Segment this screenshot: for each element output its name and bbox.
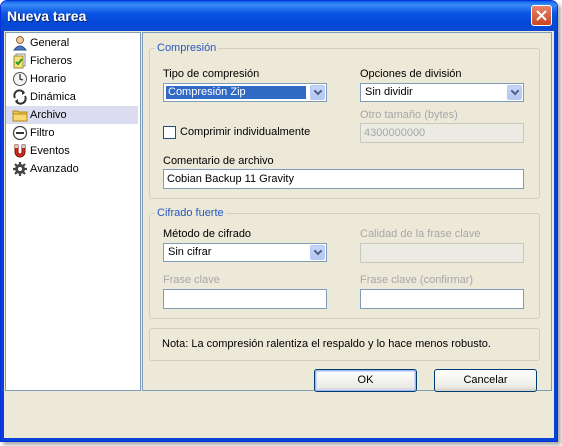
split-options-select[interactable]: Sin dividir — [360, 83, 524, 102]
close-button[interactable] — [531, 5, 552, 26]
encryption-group-title: Cifrado fuerte — [155, 207, 226, 219]
compression-type-select[interactable]: Compresión Zip — [163, 83, 327, 102]
window-frame-right — [554, 31, 557, 441]
sidebar-item-label: Eventos — [30, 145, 70, 157]
passphrase-confirm-label: Frase clave (confirmar) — [360, 274, 474, 286]
passphrase-label: Frase clave — [163, 274, 220, 286]
clock-icon — [13, 72, 27, 86]
other-size-label: Otro tamaño (bytes) — [360, 109, 458, 121]
passphrase-confirm-field[interactable] — [360, 289, 524, 309]
dialog-window: Nueva tarea General Ficheros Horario Din… — [0, 0, 558, 442]
folder-icon — [12, 110, 28, 122]
sidebar-item-dinamica[interactable]: Dinámica — [6, 88, 138, 106]
compression-type-label: Tipo de compresión — [163, 68, 260, 80]
archive-comment-field[interactable]: Cobian Backup 11 Gravity — [163, 169, 524, 189]
sidebar-item-archivo[interactable]: Archivo — [6, 106, 138, 124]
archive-comment-label: Comentario de archivo — [163, 155, 274, 167]
gear-icon — [13, 162, 27, 176]
close-icon — [536, 10, 547, 21]
other-size-field[interactable]: 4300000000 — [360, 123, 524, 143]
settings-panel: Compresión Tipo de compresión Compresión… — [142, 32, 552, 391]
sidebar-item-filtro[interactable]: Filtro — [6, 124, 138, 142]
files-icon — [13, 53, 26, 69]
cancel-button[interactable]: Cancelar — [434, 369, 537, 392]
dropdown-arrow-button[interactable] — [507, 85, 522, 100]
sidebar-item-label: General — [30, 37, 70, 49]
sidebar-item-general[interactable]: General — [6, 34, 138, 52]
window-frame-bottom — [1, 438, 557, 441]
encryption-method-value: Sin cifrar — [168, 246, 212, 258]
chevron-down-icon — [314, 90, 322, 96]
encryption-method-label: Método de cifrado — [163, 228, 252, 240]
filter-icon — [12, 125, 28, 141]
compression-group-title: Compresión — [155, 42, 219, 54]
chevron-down-icon — [314, 250, 322, 256]
passphrase-field[interactable] — [163, 289, 327, 309]
sidebar-item-label: Horario — [30, 73, 67, 85]
dynamic-icon — [13, 89, 27, 105]
title-bar[interactable]: Nueva tarea — [1, 1, 557, 31]
sidebar-item-label: Filtro — [30, 127, 55, 139]
dropdown-arrow-button[interactable] — [310, 245, 325, 260]
note-box: Nota: La compresión ralentiza el respald… — [149, 328, 540, 361]
compress-individually-checkbox[interactable] — [163, 126, 176, 139]
sidebar-item-eventos[interactable]: Eventos — [6, 142, 138, 160]
sidebar-item-label: Dinámica — [30, 91, 76, 103]
sidebar-item-label: Archivo — [30, 109, 67, 121]
split-options-value: Sin dividir — [365, 86, 413, 98]
passphrase-quality-meter — [360, 243, 524, 263]
window-title: Nueva tarea — [7, 8, 87, 24]
sidebar-item-label: Ficheros — [30, 55, 73, 67]
dropdown-arrow-button[interactable] — [310, 85, 325, 100]
passphrase-quality-label: Calidad de la frase clave — [360, 228, 481, 240]
user-icon — [12, 36, 28, 51]
sidebar-item-horario[interactable]: Horario — [6, 70, 138, 88]
chevron-down-icon — [511, 90, 519, 96]
note-text: Nota: La compresión ralentiza el respald… — [162, 338, 491, 350]
sidebar-item-avanzado[interactable]: Avanzado — [6, 160, 138, 178]
category-list[interactable]: General Ficheros Horario Dinámica Archiv… — [5, 32, 141, 391]
sidebar-item-label: Avanzado — [30, 163, 79, 175]
window-frame-left — [1, 31, 4, 441]
compress-individually-label[interactable]: Comprimir individualmente — [180, 126, 310, 138]
compression-type-value: Compresión Zip — [166, 86, 306, 99]
magnet-icon — [14, 144, 26, 158]
ok-button[interactable]: OK — [314, 369, 417, 392]
encryption-method-select[interactable]: Sin cifrar — [163, 243, 327, 262]
split-options-label: Opciones de división — [360, 68, 462, 80]
sidebar-item-ficheros[interactable]: Ficheros — [6, 52, 138, 70]
